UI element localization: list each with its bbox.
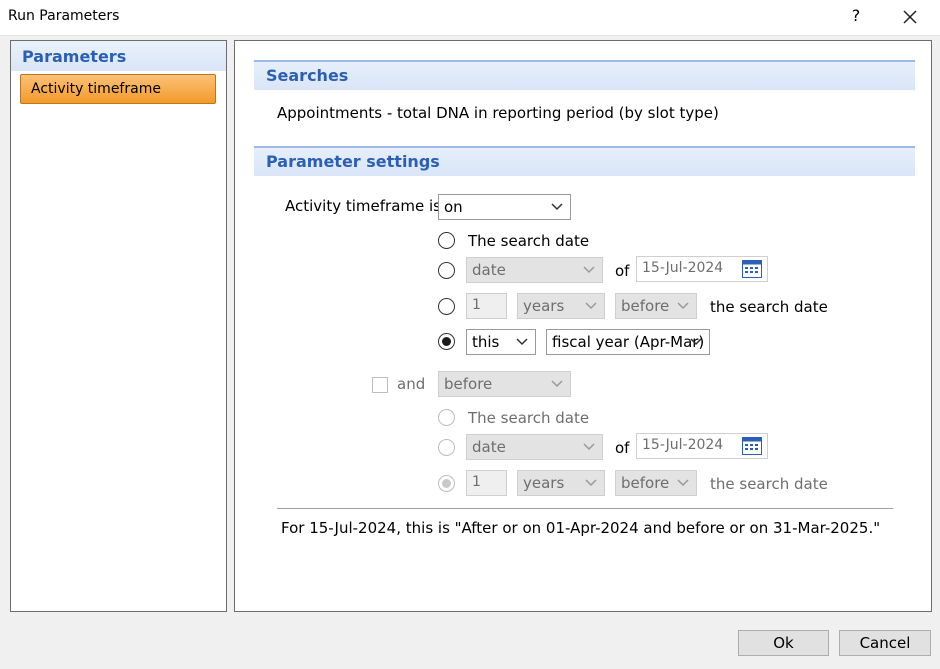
chevron-down-icon (677, 302, 689, 310)
option-date-radio[interactable] (438, 262, 455, 279)
option2-relative-radio[interactable] (438, 475, 455, 492)
summary-text: For 15-Jul-2024, this is "After or on 01… (281, 519, 881, 537)
relation-select[interactable]: before (615, 293, 697, 319)
period-select[interactable]: fiscal year (Apr-Mar) (546, 329, 710, 355)
relation-value: before (621, 297, 670, 315)
number-input-value: 1 (472, 297, 481, 313)
chevron-down-icon (583, 266, 595, 274)
the-search-date-label: the search date (710, 298, 828, 316)
chevron-down-icon (690, 338, 702, 346)
date2-input-value: 15-Jul-2024 (642, 437, 724, 453)
number2-input-value: 1 (472, 474, 481, 490)
parameters-sidebar: Parameters Activity timeframe (10, 40, 227, 612)
calendar-icon[interactable] (742, 260, 762, 278)
searches-header: Searches (254, 60, 915, 90)
activity-timeframe-select[interactable]: on (438, 194, 571, 220)
this-value: this (472, 333, 500, 351)
chevron-down-icon (551, 380, 563, 388)
close-icon (903, 10, 917, 24)
option2-search-date-radio[interactable] (438, 409, 455, 426)
date2-type-select[interactable]: date (466, 434, 603, 460)
number-input[interactable]: 1 (466, 293, 507, 319)
help-button[interactable]: ? (846, 6, 866, 25)
calendar-icon[interactable] (742, 437, 762, 455)
activity-timeframe-label: Activity timeframe is (285, 197, 441, 215)
chevron-down-icon (677, 479, 689, 487)
chevron-down-icon (516, 338, 528, 346)
option2-date-radio[interactable] (438, 439, 455, 456)
sidebar-header: Parameters (11, 41, 226, 71)
relation2-value: before (621, 474, 670, 492)
date-type-select[interactable]: date (466, 257, 603, 283)
option-search-date-label: The search date (468, 232, 590, 250)
divider (277, 508, 893, 509)
ok-button[interactable]: Ok (738, 630, 829, 656)
radio-dot (442, 337, 451, 346)
option-search-date-radio[interactable] (438, 232, 455, 249)
option-this-period-radio[interactable] (438, 333, 455, 350)
chevron-down-icon (585, 479, 597, 487)
cancel-button[interactable]: Cancel (839, 630, 931, 656)
unit2-select[interactable]: years (517, 470, 605, 496)
number2-input[interactable]: 1 (466, 470, 507, 496)
unit-select[interactable]: years (517, 293, 605, 319)
window-title: Run Parameters (8, 8, 120, 24)
chevron-down-icon (585, 302, 597, 310)
activity-timeframe-value: on (444, 198, 463, 216)
sidebar-item-activity-timeframe[interactable]: Activity timeframe (20, 74, 216, 104)
date2-input[interactable]: 15-Jul-2024 (636, 433, 768, 459)
close-button[interactable] (897, 4, 923, 30)
search-name: Appointments - total DNA in reporting pe… (277, 104, 719, 122)
title-bar: Run Parameters ? (0, 0, 940, 36)
date-input[interactable]: 15-Jul-2024 (636, 256, 768, 282)
chevron-down-icon (551, 203, 563, 211)
period-value: fiscal year (Apr-Mar) (552, 333, 705, 351)
and-label: and (397, 375, 426, 393)
parameter-settings-header: Parameter settings (254, 146, 915, 176)
option2-search-date-label: The search date (468, 409, 590, 427)
the-search-date2-label: the search date (710, 475, 828, 493)
relation2-select[interactable]: before (615, 470, 697, 496)
option-relative-radio[interactable] (438, 298, 455, 315)
of2-label: of (615, 439, 630, 457)
and-checkbox[interactable] (372, 377, 388, 393)
and-relation-select[interactable]: before (438, 371, 571, 397)
date2-type-value: date (472, 438, 506, 456)
and-relation-value: before (444, 375, 493, 393)
date-input-value: 15-Jul-2024 (642, 260, 724, 276)
radio-dot (442, 479, 451, 488)
chevron-down-icon (583, 443, 595, 451)
of-label: of (615, 262, 630, 280)
parameters-panel: Searches Appointments - total DNA in rep… (234, 40, 932, 612)
unit-value: years (523, 297, 565, 315)
this-select[interactable]: this (466, 329, 536, 355)
date-type-value: date (472, 261, 506, 279)
unit2-value: years (523, 474, 565, 492)
